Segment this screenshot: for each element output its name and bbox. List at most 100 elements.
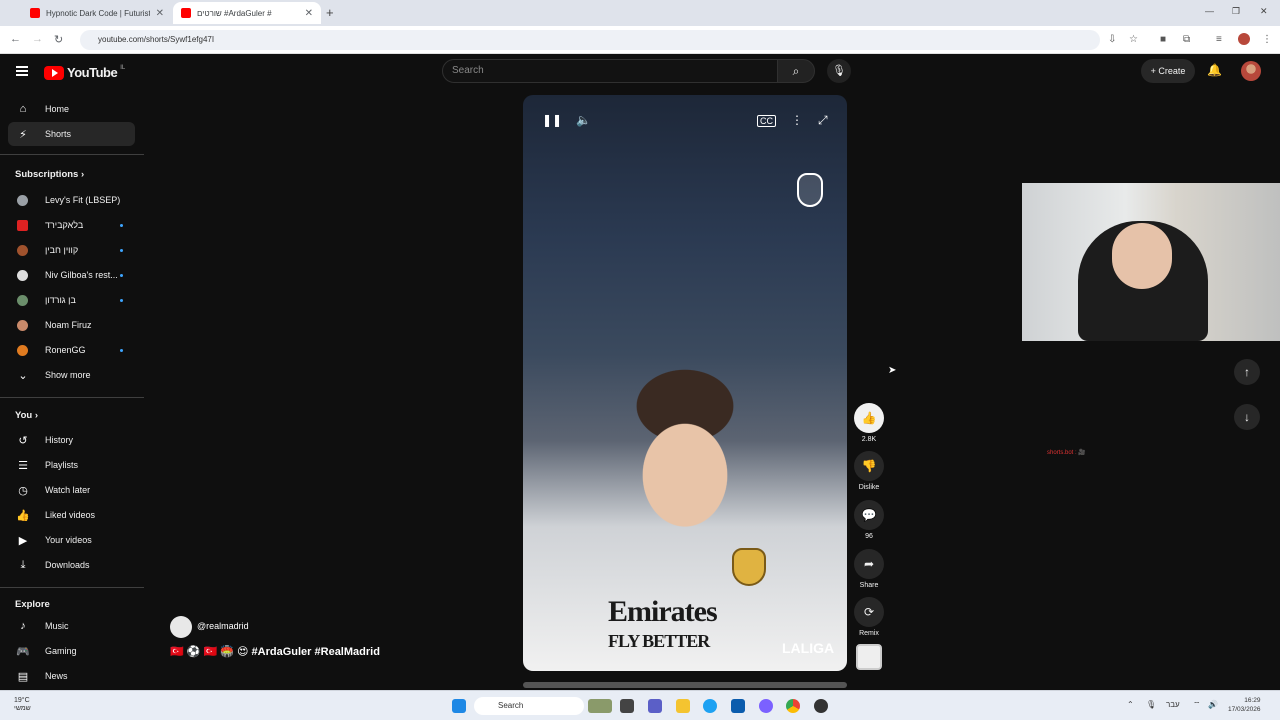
file-explorer-icon[interactable] <box>676 699 690 713</box>
hamburger-menu-icon[interactable] <box>16 66 28 76</box>
sidebar-item-label: Downloads <box>45 560 90 570</box>
show-more-button[interactable]: ⌄ Show more <box>8 363 135 387</box>
close-window-icon[interactable]: ✕ <box>1260 6 1268 17</box>
sidebar-item-news[interactable]: ▤ News <box>8 664 135 688</box>
browser-tab[interactable]: Hypnotic Dark Code | Futuristic ✕ <box>22 2 172 24</box>
sidebar-item-label: קווין חבין <box>45 245 79 255</box>
sound-channel-thumbnail[interactable] <box>856 644 882 670</box>
widget-thumbnail-icon[interactable] <box>588 699 612 713</box>
chrome-icon[interactable] <box>786 699 800 713</box>
sidebar-subscription[interactable]: Noam Firuz <box>8 313 135 337</box>
install-icon[interactable]: ⇩ <box>1108 34 1116 45</box>
sidebar-item-liked-videos[interactable]: 👍 Liked videos <box>8 503 135 527</box>
like-count: 2.8K <box>861 436 877 443</box>
media-icon[interactable]: ≡ <box>1216 34 1222 45</box>
like-button[interactable]: 👍 2.8K <box>854 403 884 443</box>
previous-short-button[interactable]: ↑ <box>1234 359 1260 385</box>
forward-icon[interactable]: → <box>32 33 43 45</box>
sidebar-item-your-videos[interactable]: ▶ Your videos <box>8 528 135 552</box>
subscriptions-heading[interactable]: Subscriptions › <box>15 169 84 180</box>
pause-icon[interactable]: ❚❚ <box>542 113 562 127</box>
profile-avatar[interactable] <box>1238 33 1250 45</box>
sidebar-item-history[interactable]: ↺ History <box>8 428 135 452</box>
voice-search-button[interactable]: 🎙 <box>827 59 851 83</box>
minimize-icon[interactable]: — <box>1205 6 1214 16</box>
windows-taskbar: 19°C שמשי Search ⌃ 🎙 עבר ⌔ 🔊 16:29 17/03… <box>0 690 1280 720</box>
sidebar-item-watch-later[interactable]: ◷ Watch later <box>8 478 135 502</box>
sidebar-item-shorts[interactable]: ⚡ Shorts <box>8 122 135 146</box>
channel-avatar <box>17 244 28 256</box>
clock[interactable]: 16:29 17/03/2026 <box>1228 696 1261 714</box>
sidebar-item-gaming[interactable]: 🎮 Gaming <box>8 639 135 663</box>
you-heading[interactable]: You › <box>15 410 38 421</box>
create-button[interactable]: + Create <box>1141 59 1195 83</box>
remix-button[interactable]: ⟳ Remix <box>854 597 884 637</box>
dislike-button[interactable]: 👎 Dislike <box>854 451 884 491</box>
share-icon: ➦ <box>854 549 884 579</box>
puzzle-icon[interactable]: ⧉ <box>1183 34 1190 45</box>
sidebar-item-downloads[interactable]: ⤓ Downloads <box>8 553 135 577</box>
channel-handle[interactable]: @realmadrid <box>197 621 249 631</box>
menu-dots-icon[interactable]: ⋮ <box>1262 34 1272 45</box>
weather-widget[interactable]: 19°C שמשי <box>14 697 31 713</box>
comment-count: 96 <box>865 533 873 540</box>
store-icon[interactable] <box>731 699 745 713</box>
sidebar-subscription[interactable]: Levy's Fit (LBSEP) <box>8 188 135 212</box>
sidebar-subscription[interactable]: Niv Gilboa's rest... <box>8 263 135 287</box>
captions-icon[interactable]: CC <box>757 115 776 127</box>
notifications-bell-icon[interactable]: 🔔 <box>1207 63 1222 77</box>
tray-lang[interactable]: עבר <box>1166 700 1180 709</box>
task-view-icon[interactable] <box>620 699 634 713</box>
new-content-dot <box>120 273 123 277</box>
back-icon[interactable]: ← <box>10 33 21 45</box>
url-field[interactable]: youtube.com/shorts/Sywf1efg47I <box>80 30 1100 50</box>
sidebar: ⌂ Home ⚡ Shorts Subscriptions › Levy's F… <box>0 90 144 690</box>
search-input[interactable]: Search <box>442 59 778 83</box>
obs-icon[interactable] <box>814 699 828 713</box>
tab-title: Hypnotic Dark Code | Futuristic <box>46 8 150 18</box>
sidebar-item-label: Watch later <box>45 485 91 495</box>
next-short-button[interactable]: ↓ <box>1234 404 1260 430</box>
youtube-logo[interactable]: YouTube IL <box>44 65 125 80</box>
taskbar-search[interactable]: Search <box>474 697 584 715</box>
gaming-icon: 🎮 <box>16 645 30 658</box>
watch-later-icon: ◷ <box>18 484 28 497</box>
microphone-icon: 🎙 <box>832 65 846 77</box>
teams-icon[interactable] <box>648 699 662 713</box>
extension-icon[interactable]: ■ <box>1160 34 1166 45</box>
wifi-icon[interactable]: ⌔ <box>1193 700 1201 710</box>
channel-avatar[interactable] <box>170 616 192 638</box>
fullscreen-icon[interactable]: ⤢ <box>818 113 828 128</box>
bookmark-star-icon[interactable]: ☆ <box>1129 34 1138 45</box>
news-icon: ▤ <box>17 670 29 683</box>
title-hashtags[interactable]: #ArdaGuler #RealMadrid <box>252 646 380 658</box>
browser-tab-active[interactable]: שורטים #ArdaGuler # ✕ <box>173 2 321 24</box>
sidebar-subscription[interactable]: קווין חבין <box>8 238 135 262</box>
comments-button[interactable]: 💬 96 <box>854 500 884 540</box>
windows-start-icon[interactable] <box>452 699 466 713</box>
url-text: youtube.com/shorts/Sywf1efg47I <box>98 35 215 44</box>
sidebar-subscription[interactable]: RonenGG <box>8 338 135 362</box>
reload-icon[interactable]: ↻ <box>54 33 63 46</box>
share-button[interactable]: ➦ Share <box>854 549 884 589</box>
tray-expand-icon[interactable]: ⌃ <box>1127 700 1134 709</box>
new-content-dot <box>120 298 123 302</box>
edge-icon[interactable] <box>703 699 717 713</box>
home-icon: ⌂ <box>19 103 27 115</box>
account-avatar[interactable] <box>1241 61 1261 81</box>
discord-icon[interactable] <box>759 699 773 713</box>
close-tab-icon[interactable]: ✕ <box>305 8 313 19</box>
more-options-icon[interactable]: ⋮ <box>791 113 803 127</box>
sidebar-subscription[interactable]: בלאקבירד <box>8 213 135 237</box>
new-tab-icon[interactable]: + <box>326 5 334 20</box>
sidebar-item-music[interactable]: ♪ Music <box>8 614 135 638</box>
close-tab-icon[interactable]: ✕ <box>156 8 164 19</box>
sidebar-item-home[interactable]: ⌂ Home <box>8 97 135 121</box>
tray-mic-icon[interactable]: 🎙 <box>1146 700 1156 709</box>
maximize-icon[interactable]: ❐ <box>1232 6 1240 17</box>
speaker-icon[interactable]: 🔊 <box>1208 700 1218 709</box>
volume-icon[interactable]: 🔈 <box>576 113 591 127</box>
sidebar-item-playlists[interactable]: ☰ Playlists <box>8 453 135 477</box>
sidebar-subscription[interactable]: בן גורדון <box>8 288 135 312</box>
search-button[interactable]: ⌕ <box>777 59 815 83</box>
